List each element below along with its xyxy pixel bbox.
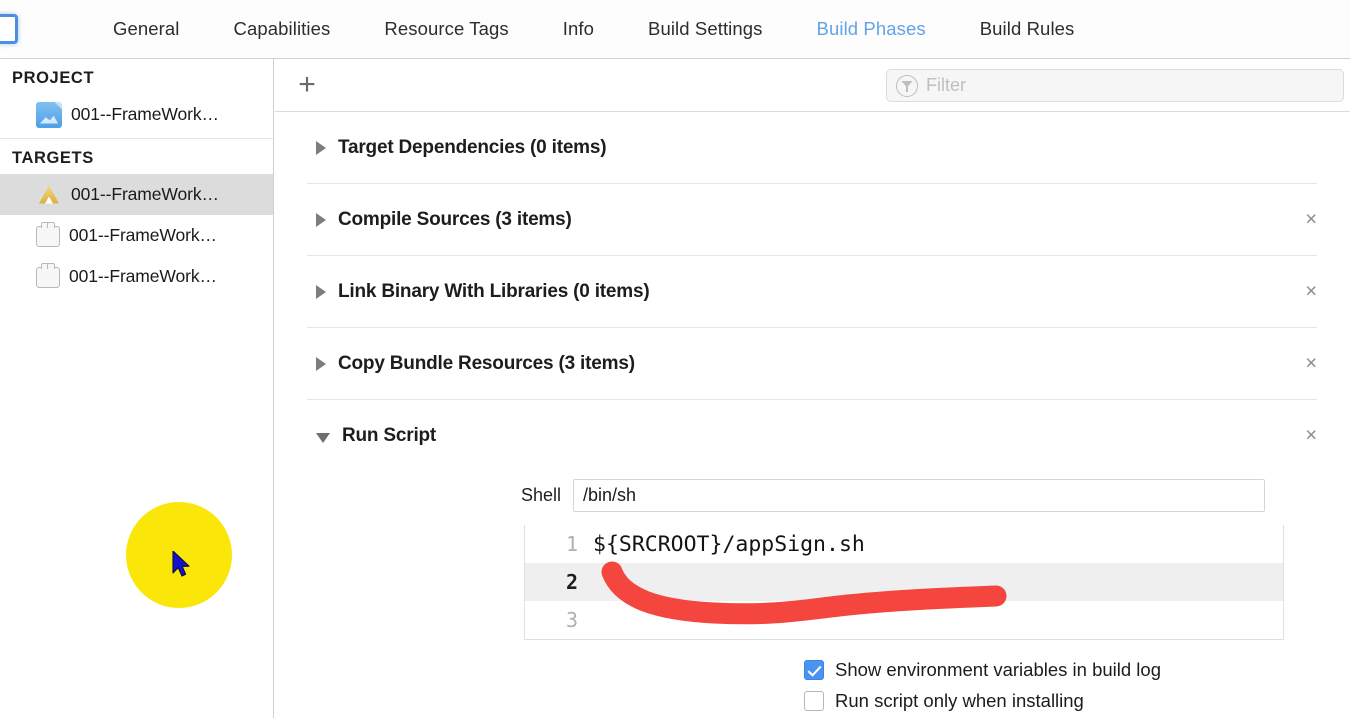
add-build-phase-button[interactable]: + xyxy=(292,70,322,100)
code-line[interactable]: 2 xyxy=(525,563,1283,601)
tab-build-rules[interactable]: Build Rules xyxy=(953,18,1102,40)
checkbox-checked-icon[interactable] xyxy=(804,659,824,680)
filter-placeholder: Filter xyxy=(926,75,966,95)
line-text: ${SRCROOT}/appSign.sh xyxy=(593,531,865,557)
tab-general[interactable]: General xyxy=(86,18,207,40)
option-show-env-vars[interactable]: Show environment variables in build log xyxy=(804,654,1350,685)
shell-input[interactable]: /bin/sh xyxy=(573,478,1266,512)
bundle-target-icon xyxy=(36,222,60,247)
code-line[interactable]: 1 ${SRCROOT}/appSign.sh xyxy=(525,525,1283,563)
phase-title: Run Script xyxy=(342,425,437,446)
run-script-body: Shell /bin/sh 1 ${SRCROOT}/appSign.sh 2 … xyxy=(275,472,1350,716)
sidebar-item-label: 001--FrameWork… xyxy=(71,104,219,124)
script-editor[interactable]: 1 ${SRCROOT}/appSign.sh 2 3 xyxy=(524,525,1284,640)
filter-input[interactable]: Filter xyxy=(886,69,1344,102)
run-script-options: Show environment variables in build log … xyxy=(804,654,1350,716)
tab-resource-tags[interactable]: Resource Tags xyxy=(357,18,535,40)
disclosure-triangle-collapsed-icon[interactable] xyxy=(316,141,326,155)
sidebar-item-target-app[interactable]: 001--FrameWork… xyxy=(0,174,273,215)
phase-run-script[interactable]: Run Script × xyxy=(275,400,1350,472)
phase-copy-bundle-resources[interactable]: Copy Bundle Resources (3 items) × xyxy=(275,328,1350,400)
remove-phase-icon[interactable]: × xyxy=(1305,353,1317,376)
line-number: 3 xyxy=(565,608,578,632)
option-label: Show environment variables in build log xyxy=(835,658,1161,680)
code-line[interactable]: 3 xyxy=(525,601,1283,639)
sidebar-item-label: 001--FrameWork… xyxy=(69,225,217,245)
phase-compile-sources[interactable]: Compile Sources (3 items) × xyxy=(275,184,1350,256)
editor-tab-bar: General Capabilities Resource Tags Info … xyxy=(0,0,1350,59)
line-number: 1 xyxy=(565,532,578,556)
option-run-only-when-installing[interactable]: Run script only when installing xyxy=(804,685,1350,716)
disclosure-triangle-expanded-icon[interactable] xyxy=(316,432,330,443)
project-document-icon xyxy=(36,101,62,128)
project-targets-sidebar: PROJECT 001--FrameWork… TARGETS 001--Fra… xyxy=(0,59,274,718)
tab-info[interactable]: Info xyxy=(536,18,621,40)
sidebar-item-label: 001--FrameWork… xyxy=(71,184,219,204)
project-document-icon xyxy=(0,14,18,44)
funnel-icon xyxy=(896,74,918,97)
build-phase-list: Target Dependencies (0 items) Compile So… xyxy=(275,112,1350,716)
targets-section-header: TARGETS xyxy=(12,149,94,167)
tab-list: General Capabilities Resource Tags Info … xyxy=(86,18,1101,40)
remove-phase-icon[interactable]: × xyxy=(1305,209,1317,232)
phase-title: Compile Sources (3 items) xyxy=(338,209,572,230)
remove-phase-icon[interactable]: × xyxy=(1305,425,1317,448)
build-phases-pane: + Filter Target Dependencies (0 items) C… xyxy=(275,59,1350,718)
phase-title: Target Dependencies (0 items) xyxy=(338,137,607,158)
checkbox-unchecked-icon[interactable] xyxy=(804,690,824,711)
sidebar-item-target-bundle-1[interactable]: 001--FrameWork… xyxy=(0,215,273,256)
xcode-build-phases-window: General Capabilities Resource Tags Info … xyxy=(0,0,1350,718)
phase-title: Link Binary With Libraries (0 items) xyxy=(338,281,650,302)
disclosure-triangle-collapsed-icon[interactable] xyxy=(316,213,326,227)
option-label: Run script only when installing xyxy=(835,689,1084,711)
remove-phase-icon[interactable]: × xyxy=(1305,281,1317,304)
sidebar-item-target-bundle-2[interactable]: 001--FrameWork… xyxy=(0,256,273,297)
shell-label: Shell xyxy=(521,484,562,505)
tab-build-phases[interactable]: Build Phases xyxy=(790,18,953,40)
phase-title: Copy Bundle Resources (3 items) xyxy=(338,353,635,374)
line-number: 2 xyxy=(565,570,578,594)
project-section-header: PROJECT xyxy=(12,69,95,87)
app-target-icon xyxy=(36,182,62,208)
tab-build-settings[interactable]: Build Settings xyxy=(621,18,790,40)
disclosure-triangle-collapsed-icon[interactable] xyxy=(316,285,326,299)
bundle-target-icon xyxy=(36,263,60,288)
phase-link-binary-with-libraries[interactable]: Link Binary With Libraries (0 items) × xyxy=(275,256,1350,328)
editor-bottom-border xyxy=(525,639,1283,640)
disclosure-triangle-collapsed-icon[interactable] xyxy=(316,357,326,371)
shell-row: Shell /bin/sh xyxy=(275,472,1350,518)
sidebar-item-project[interactable]: 001--FrameWork… xyxy=(0,94,273,135)
sidebar-item-label: 001--FrameWork… xyxy=(69,266,217,286)
build-phases-toolbar: + Filter xyxy=(275,59,1350,112)
phase-target-dependencies[interactable]: Target Dependencies (0 items) xyxy=(275,112,1350,184)
tab-capabilities[interactable]: Capabilities xyxy=(207,18,358,40)
